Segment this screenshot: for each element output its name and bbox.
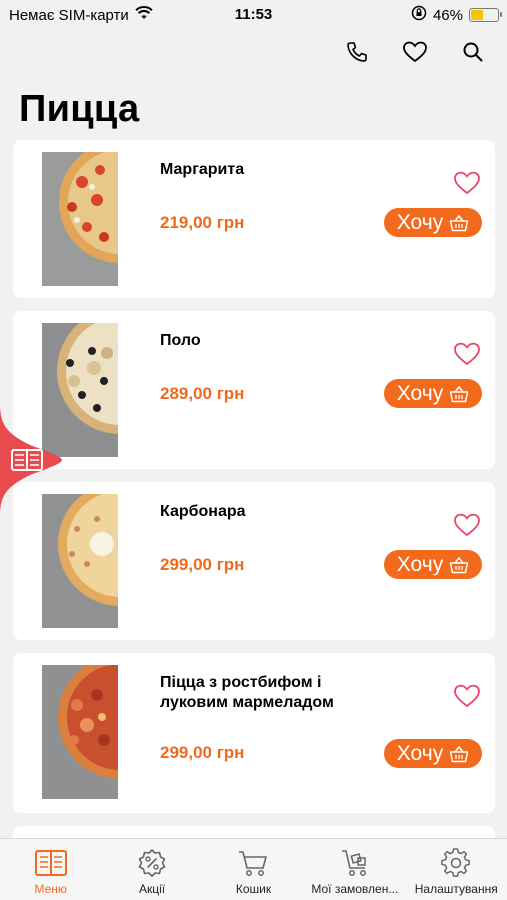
battery-level xyxy=(471,10,483,20)
tab-bar: Меню Акції Кошик Мої замовлен... Налашту… xyxy=(0,838,507,900)
basket-icon xyxy=(449,556,469,574)
favorite-heart-icon[interactable] xyxy=(453,683,481,709)
orientation-lock-icon xyxy=(411,5,427,25)
want-button-label: Хочу xyxy=(396,381,444,405)
page-title: Пицца xyxy=(19,88,140,130)
tab-label: Меню xyxy=(34,882,67,896)
tab-label: Кошик xyxy=(235,882,272,896)
tab-my-orders[interactable]: Мої замовлен... xyxy=(304,839,405,896)
basket-icon xyxy=(449,745,469,763)
heart-icon[interactable] xyxy=(401,38,429,66)
search-icon[interactable] xyxy=(459,38,487,66)
want-button[interactable]: Хочу xyxy=(384,739,482,768)
cart-icon xyxy=(236,846,270,880)
delivery-cart-icon xyxy=(338,846,372,880)
percent-badge-icon xyxy=(135,846,169,880)
top-actions xyxy=(343,38,487,66)
tab-settings[interactable]: Налаштування xyxy=(406,839,507,896)
tab-menu[interactable]: Меню xyxy=(0,839,101,896)
product-card[interactable]: Карбонара 299,00 грн Хочу xyxy=(13,482,495,640)
product-price: 299,00 грн xyxy=(160,555,245,574)
product-name: Карбонара xyxy=(160,503,246,520)
favorite-heart-icon[interactable] xyxy=(453,341,481,367)
want-button[interactable]: Хочу xyxy=(384,208,482,237)
favorite-heart-icon[interactable] xyxy=(453,170,481,196)
product-price: 299,00 грн xyxy=(160,743,245,762)
floating-menu-tab[interactable] xyxy=(0,405,62,515)
tab-cart[interactable]: Кошик xyxy=(203,839,304,896)
battery-icon xyxy=(469,8,502,22)
tab-label: Акції xyxy=(139,882,166,896)
menu-book-icon xyxy=(34,846,68,880)
product-price: 219,00 грн xyxy=(160,213,245,232)
want-button-label: Хочу xyxy=(396,741,444,765)
product-card[interactable]: Поло 289,00 грн Хочу xyxy=(13,311,495,469)
want-button[interactable]: Хочу xyxy=(384,379,482,408)
product-list[interactable]: Маргарита 219,00 грн Хочу Поло 289,00 гр… xyxy=(13,140,495,879)
product-image xyxy=(42,665,118,799)
product-card[interactable]: Піцца з ростбифом і луковим мармеладом 2… xyxy=(13,653,495,813)
product-name: Піцца з ростбифом і луковим мармеладом xyxy=(160,674,334,711)
product-name: Маргарита xyxy=(160,161,245,178)
want-button-label: Хочу xyxy=(396,210,444,234)
phone-icon[interactable] xyxy=(343,38,371,66)
tab-promotions[interactable]: Акції xyxy=(102,839,203,896)
battery-text: 46% xyxy=(432,6,463,24)
want-button[interactable]: Хочу xyxy=(384,550,482,579)
settings-gear-icon xyxy=(439,846,473,880)
basket-icon xyxy=(449,214,469,232)
want-button-label: Хочу xyxy=(396,552,444,576)
favorite-heart-icon[interactable] xyxy=(453,512,481,538)
product-card[interactable]: Маргарита 219,00 грн Хочу xyxy=(13,140,495,298)
product-name: Поло xyxy=(160,332,201,349)
tab-label: Налаштування xyxy=(414,882,498,896)
tab-label: Мої замовлен... xyxy=(311,882,399,896)
product-image xyxy=(42,152,118,286)
status-bar: Немає SIM-карти 11:53 46% xyxy=(0,0,507,30)
status-right: 46% xyxy=(411,5,502,25)
product-price: 289,00 грн xyxy=(160,384,245,403)
basket-icon xyxy=(449,385,469,403)
